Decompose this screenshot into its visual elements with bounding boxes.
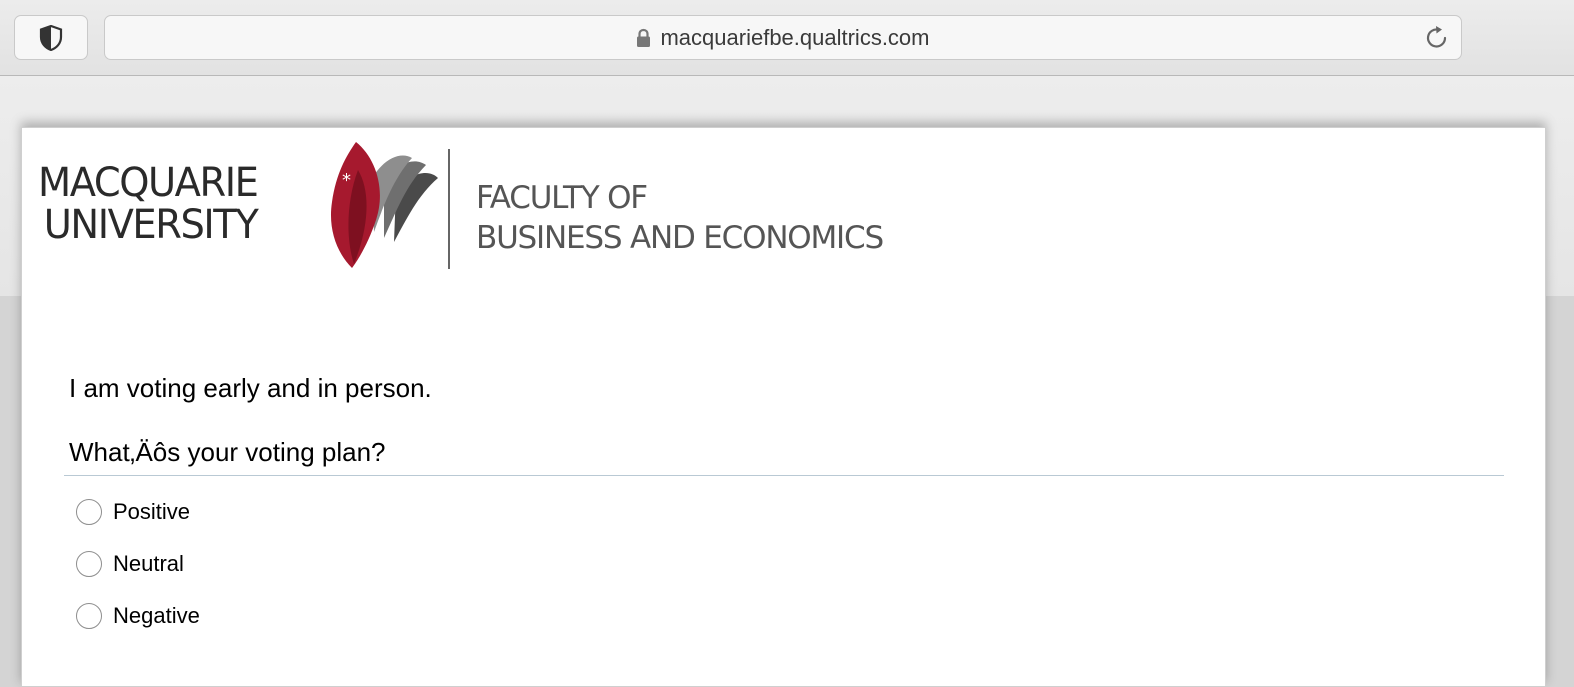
- statement-text: I am voting early and in person.: [69, 373, 432, 403]
- svg-text:*: *: [342, 170, 351, 191]
- option-neutral[interactable]: Neutral: [76, 538, 200, 590]
- privacy-button[interactable]: [14, 15, 88, 60]
- address-bar[interactable]: macquariefbe.qualtrics.com: [104, 15, 1462, 60]
- lock-icon: [637, 28, 651, 47]
- faculty-name-line2: BUSINESS AND ECONOMICS: [476, 220, 884, 256]
- shield-icon: [39, 24, 63, 51]
- option-negative[interactable]: Negative: [76, 590, 200, 642]
- browser-toolbar: macquariefbe.qualtrics.com: [0, 0, 1574, 76]
- university-name: MACQUARIE UNIVERSITY: [38, 160, 259, 248]
- university-name-line2: UNIVERSITY: [43, 202, 259, 248]
- faculty-name-line1: FACULTY OF: [476, 180, 648, 216]
- url-text: macquariefbe.qualtrics.com: [660, 24, 930, 50]
- option-label-negative: Negative: [113, 603, 200, 628]
- logo-divider: [448, 149, 450, 269]
- radio-neutral[interactable]: [76, 551, 102, 577]
- radio-negative[interactable]: [76, 603, 102, 629]
- faculty-name: FACULTY OF BUSINESS AND ECONOMICS: [476, 178, 884, 258]
- survey-card: MACQUARIE UNIVERSITY * FACULTY OF BUSINE…: [21, 127, 1546, 687]
- option-label-neutral: Neutral: [113, 551, 184, 576]
- macquarie-fbe-logo: MACQUARIE UNIVERSITY * FACULTY OF BUSINE…: [38, 140, 918, 280]
- university-name-line1: MACQUARIE: [38, 160, 259, 206]
- option-label-positive: Positive: [113, 499, 191, 524]
- radio-positive[interactable]: [76, 499, 102, 525]
- option-positive[interactable]: Positive: [76, 486, 200, 538]
- answer-options: Positive Neutral Negative: [76, 486, 200, 642]
- reload-icon[interactable]: [1423, 24, 1451, 52]
- university-flame-icon: *: [330, 142, 438, 268]
- question-separator: [64, 475, 1504, 476]
- question-text: What‚Äôs your voting plan?: [69, 437, 386, 467]
